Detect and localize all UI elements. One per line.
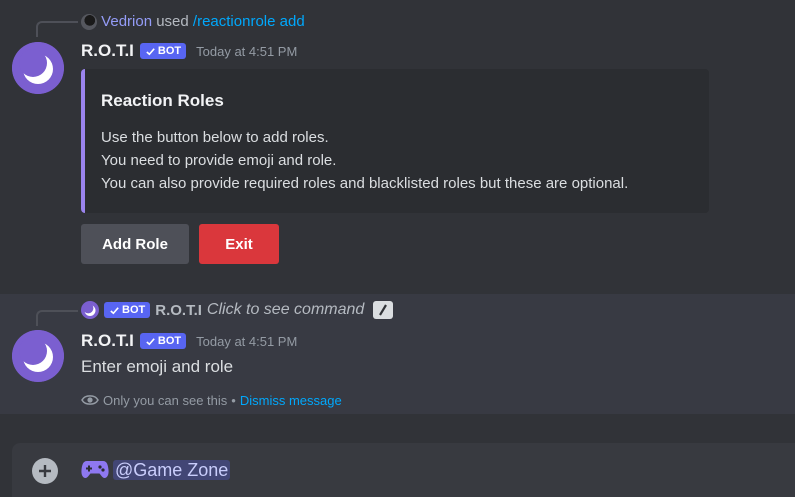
command-reply-header: BOT R.O.T.I Click to see command [81,300,394,320]
reply-used-text: used [156,13,189,30]
bot-tag-label: BOT [157,335,182,347]
message-text: Enter emoji and role [81,357,234,376]
reply-user-avatar[interactable] [81,14,97,31]
reply-connector [36,310,78,326]
bot-avatar[interactable] [12,42,64,94]
embed-description: Use the button below to add roles. You n… [101,126,628,195]
click-to-see-command[interactable]: Click to see command [207,301,364,319]
checkmark-icon [146,47,155,55]
bot-tag: BOT [139,43,187,59]
reply-author-name[interactable]: R.O.T.I [155,302,202,319]
reply-connector [36,21,78,37]
bot-tag: BOT [104,302,151,318]
embed-line: Use the button below to add roles. [101,129,329,146]
checkmark-icon [110,306,119,314]
message-composer[interactable]: @Game Zone [12,443,795,497]
plus-icon [39,465,51,477]
eye-icon [81,395,99,405]
embed-title: Reaction Roles [101,91,224,110]
ephemeral-footer: Only you can see this • Dismiss message [81,391,342,409]
moon-icon [12,330,64,382]
author-name[interactable]: R.O.T.I [81,331,134,351]
separator-dot: • [231,392,236,408]
bot-avatar[interactable] [12,330,64,382]
message-timestamp: Today at 4:51 PM [196,333,298,349]
moon-icon [12,42,64,94]
checkmark-icon [146,337,155,345]
reply-username[interactable]: Vedrion [101,13,152,30]
message-header: R.O.T.I BOT Today at 4:51 PM [81,40,297,62]
composer-mention[interactable]: @Game Zone [113,457,231,483]
embed-line: You need to provide emoji and role. [101,152,337,169]
dismiss-message-link[interactable]: Dismiss message [240,393,342,408]
gamepad-icon [81,456,109,484]
slash-command-icon [373,301,394,319]
author-name[interactable]: R.O.T.I [81,41,134,61]
bot-tag: BOT [139,333,187,349]
moon-icon[interactable] [81,301,99,319]
mention-chip[interactable]: @Game Zone [113,460,231,480]
add-role-button[interactable]: Add Role [81,224,189,264]
bot-tag-label: BOT [157,45,182,57]
message-timestamp: Today at 4:51 PM [196,43,298,59]
add-attachment-button[interactable] [32,458,58,484]
command-reply-header: Vedrion used /reactionrole add [81,12,305,32]
reply-command-link[interactable]: /reactionrole add [193,13,305,30]
bot-tag-label: BOT [122,304,146,316]
embed: Reaction Roles Use the button below to a… [81,69,709,213]
exit-button[interactable]: Exit [199,224,279,264]
ephemeral-note: Only you can see this [103,392,228,408]
embed-line: You can also provide required roles and … [101,175,629,192]
message-header: R.O.T.I BOT Today at 4:51 PM [81,330,297,352]
